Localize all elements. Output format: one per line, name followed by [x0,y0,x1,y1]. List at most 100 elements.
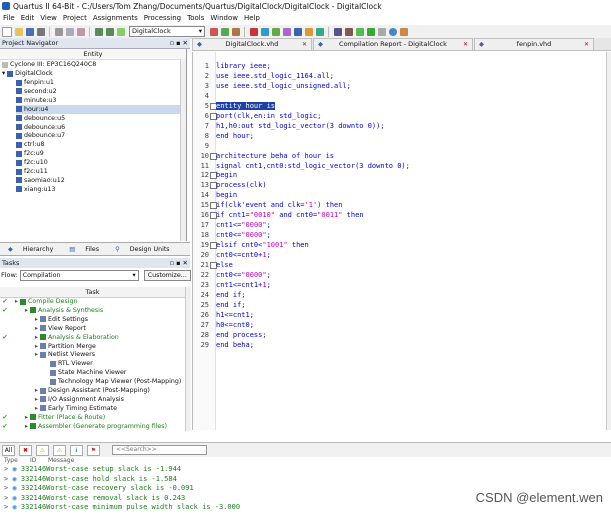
undo-icon[interactable] [94,27,103,36]
expand-icon[interactable]: ▾ [2,69,5,78]
document-tab[interactable]: ◆ fenpin.vhd ✕ [474,38,594,50]
close-icon[interactable]: ✕ [463,39,468,50]
pin-planner-icon[interactable] [231,27,240,36]
new-file-icon[interactable] [1,26,12,37]
menu-item-assignments[interactable]: Assignments [93,14,138,22]
message-row[interactable]: > ◉ 332146Worst-case setup slack is -1.9… [4,465,181,474]
timing-icon[interactable] [304,27,313,36]
expand-icon[interactable]: ▸ [10,413,28,422]
tab-hierarchy[interactable]: ◆ Hierarchy [4,246,57,253]
chip-icon[interactable] [355,27,364,36]
task-item[interactable]: Technology Map Viewer (Post-Mapping) [0,377,181,386]
hierarchy-item[interactable]: ctrl:u8 [16,140,182,149]
hierarchy-item[interactable]: xiang:u13 [16,185,182,194]
error-filter-icon[interactable]: ✖ [19,444,32,456]
expand-icon[interactable]: ▸ [10,333,38,342]
analysis-icon[interactable] [271,27,280,36]
message-row[interactable]: > ◉ 332146Worst-case removal slack is 0.… [4,494,185,503]
task-item[interactable]: ✔ ▸ Analysis & Synthesis [0,306,103,315]
task-item[interactable]: ▸ Design Assistant (Post-Mapping) [0,386,150,395]
expand-icon[interactable]: ▸ [10,315,38,324]
expand-icon[interactable]: ▸ [10,350,38,359]
tab-design-units[interactable]: ⚲ Design Units [111,246,173,253]
hierarchy-item[interactable]: debounce:u5 [16,114,182,123]
menu-item-tools[interactable]: Tools [187,14,204,22]
task-item[interactable]: ▸ Netlist Viewers [0,350,95,359]
megawizard-icon[interactable] [377,27,386,36]
panel-controls-icon[interactable]: ▫ ▪ ✕ [170,39,188,47]
expand-icon[interactable]: ▸ [10,404,38,413]
programmer-icon[interactable] [344,27,353,36]
save-icon[interactable] [25,27,34,36]
hierarchy-item[interactable]: fenpin:u1 [16,78,182,87]
task-item[interactable]: ▸ View Report [0,324,86,333]
entity-selector[interactable]: DigitalClock ▾ [129,26,205,37]
task-item[interactable]: ✔ ▸ Analysis & Elaboration [0,333,118,342]
hierarchy-item[interactable]: debounce:u7 [16,131,182,140]
editor-scrollbar[interactable] [606,52,611,430]
stop-icon[interactable] [249,27,258,36]
project-icon[interactable] [116,27,125,36]
expand-icon[interactable]: ▸ [10,306,28,315]
menu-item-file[interactable]: File [3,14,15,22]
close-icon[interactable]: ✕ [584,39,589,50]
chip-planner-icon[interactable] [220,27,229,36]
message-row[interactable]: > ◉ 332146Worst-case recovery slack is -… [4,484,194,493]
menu-item-help[interactable]: Help [244,14,260,22]
code-editor[interactable]: 1 library ieee; 2 use ieee.std_logic_1164.a… [192,52,611,430]
document-tab[interactable]: ◆ Compilation Report - DigitalClock ✕ [313,38,473,50]
menu-item-view[interactable]: View [40,14,57,22]
hierarchy-item[interactable]: saomiao:u12 [16,176,182,185]
hierarchy-item[interactable]: f2c:u11 [16,167,182,176]
menu-item-edit[interactable]: Edit [21,14,35,22]
task-item[interactable]: ▸ I/O Assignment Analysis [0,395,124,404]
hierarchy-item[interactable]: minute:u3 [16,96,182,105]
task-item[interactable]: ▸ Early Timing Estimate [0,404,117,413]
help-icon[interactable] [388,27,397,36]
expand-icon[interactable]: ▸ [10,342,38,351]
task-item[interactable]: ✔ ▸ Assembler (Generate programming files) [0,422,167,431]
fitter-icon[interactable] [282,27,291,36]
root-entity-item[interactable]: ▾ DigitalClock [2,69,53,78]
message-row[interactable]: > ◉ 332146Worst-case minimum pulse width… [4,503,240,512]
expand-icon[interactable]: ▸ [10,386,38,395]
menu-item-processing[interactable]: Processing [144,14,181,22]
expand-icon[interactable]: ▸ [10,422,28,431]
task-item[interactable]: ✔ ▸ Compile Design [0,297,77,306]
hierarchy-item[interactable]: second:u2 [16,87,182,96]
simulator-icon[interactable] [315,27,324,36]
cut-icon[interactable] [54,27,63,36]
task-item[interactable]: ▸ Edit Settings [0,315,88,324]
navigator-scrollbar[interactable] [180,59,186,241]
settings-icon[interactable] [209,27,218,36]
hierarchy-item[interactable]: debounce:u6 [16,123,182,132]
info-filter-icon[interactable]: ℹ [70,444,83,456]
flow-select[interactable]: Compilation ▾ [19,269,139,281]
menu-item-window[interactable]: Window [210,14,238,22]
open-folder-icon[interactable] [14,27,23,36]
expand-icon[interactable]: ▸ [10,297,18,306]
redo-icon[interactable] [105,27,114,36]
compile-icon[interactable] [260,27,269,36]
copy-icon[interactable] [65,27,74,36]
tab-files[interactable]: ▤ Files [65,246,103,253]
task-item[interactable]: ✔ ▸ Fitter (Place & Route) [0,413,105,422]
search-icon[interactable] [399,27,408,36]
task-item[interactable]: RTL Viewer [0,359,93,368]
print-icon[interactable] [36,27,45,36]
hierarchy-item[interactable]: f2c:u9 [16,149,182,158]
suppress-filter-icon[interactable]: ⚑ [87,444,100,456]
tasks-scrollbar[interactable] [185,287,191,431]
critical-warning-filter-icon[interactable]: ⚠ [53,444,66,456]
message-search-input[interactable]: <<Search>> [112,445,207,455]
task-item[interactable]: State Machine Viewer [0,368,126,377]
expand-icon[interactable]: ▸ [10,395,38,404]
document-tab[interactable]: ◆ DigitalClock.vhd ✕ [192,38,312,50]
paste-icon[interactable] [76,27,85,36]
rtl-viewer-icon[interactable] [333,27,342,36]
task-item[interactable]: ▸ Partition Merge [0,342,96,351]
menu-item-project[interactable]: Project [63,14,87,22]
filter-all-button[interactable]: All [2,444,15,456]
hierarchy-item[interactable]: f2c:u10 [16,158,182,167]
assembler-icon[interactable] [293,27,302,36]
